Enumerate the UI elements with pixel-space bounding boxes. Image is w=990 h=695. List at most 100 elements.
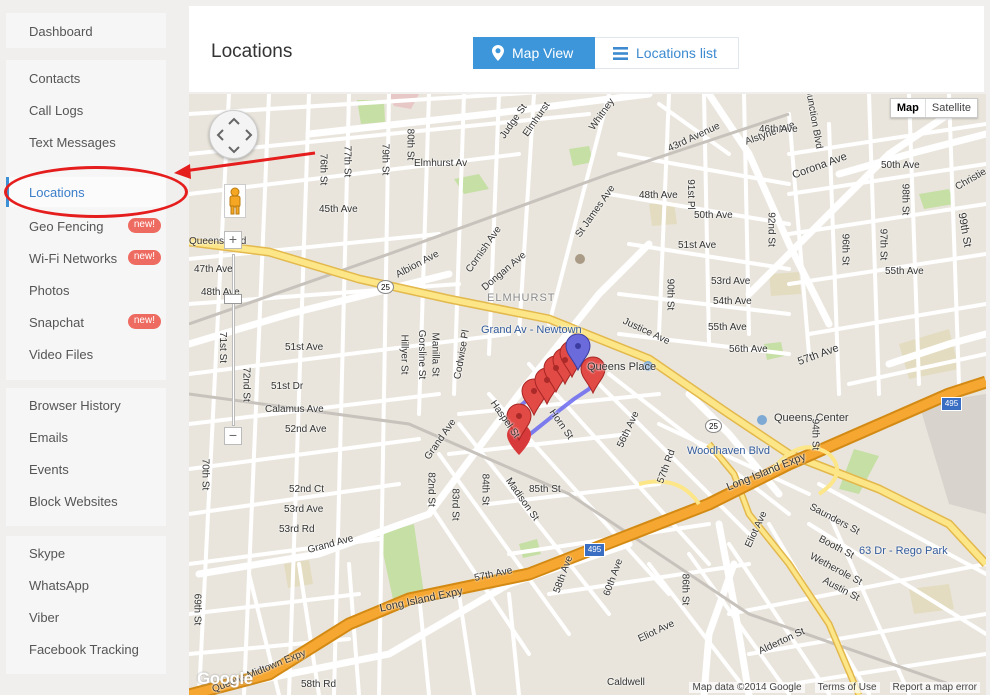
zoom-in-button[interactable]: +: [224, 231, 242, 249]
zoom-out-button[interactable]: −: [224, 427, 242, 445]
map-label: 82nd St: [425, 472, 437, 507]
map-label: 90th St: [664, 278, 676, 311]
terms-of-use-link[interactable]: Terms of Use: [814, 682, 880, 693]
map-label: 51st Ave: [678, 240, 717, 251]
map-label: 92nd St: [765, 212, 777, 247]
sidebar-item-label: Wi-Fi Networks: [29, 250, 118, 266]
map-label: Manilla St: [429, 332, 441, 377]
sidebar-item-snapchat[interactable]: Snapchat new!: [6, 306, 166, 338]
sidebar-item-locations[interactable]: Locations: [6, 177, 166, 207]
sidebar-item-events[interactable]: Events: [6, 453, 166, 485]
map-label: 71st St: [217, 331, 229, 364]
sidebar-item-whatsapp[interactable]: WhatsApp: [6, 569, 166, 601]
map-label: 63 Dr - Rego Park: [859, 545, 948, 557]
locations-list-button[interactable]: Locations list: [595, 37, 739, 69]
map-label: 58th Rd: [301, 679, 337, 690]
map-label: 86th St: [679, 573, 691, 606]
map-view-label: Map View: [512, 45, 574, 61]
map-label: 98th St: [899, 183, 911, 216]
map-label: Calamus Ave: [265, 404, 324, 415]
map-label: Woodhaven Blvd: [687, 445, 770, 457]
poi-icon: [575, 254, 585, 264]
pegman-street-view-icon[interactable]: [224, 184, 246, 218]
google-logo: Google: [197, 669, 253, 688]
map-label: 80th St: [404, 128, 416, 161]
sidebar-item-contacts[interactable]: Contacts: [6, 62, 166, 94]
map-label: 52nd Ct: [289, 484, 325, 495]
sidebar-item-facebook-tracking[interactable]: Facebook Tracking: [6, 633, 166, 665]
sidebar-item-label: Facebook Tracking: [29, 641, 139, 657]
map-label: 70th St: [199, 458, 211, 491]
map-label: Caldwell: [607, 677, 645, 688]
map-label: Gorsline St: [416, 329, 428, 380]
sidebar-item-label: Photos: [29, 282, 70, 298]
sidebar-item-wifi-networks[interactable]: Wi-Fi Networks new!: [6, 242, 166, 274]
sidebar-group-messengers: Skype WhatsApp Viber Facebook Tracking: [6, 536, 166, 674]
sidebar-item-skype[interactable]: Skype: [6, 537, 166, 569]
map-label: Queens Place: [587, 361, 657, 373]
sidebar-item-browser-history[interactable]: Browser History: [6, 389, 166, 421]
map-label: 48th Ave: [639, 190, 678, 201]
sidebar-item-label: Dashboard: [29, 23, 93, 39]
sidebar-group-web: Browser History Emails Events Block Webs…: [6, 388, 166, 526]
map-view-button[interactable]: Map View: [473, 37, 595, 69]
map-label: 56th Ave: [729, 344, 768, 355]
sidebar-item-call-logs[interactable]: Call Logs: [6, 94, 166, 126]
map-footer: Map data ©2014 Google Terms of Use Repor…: [689, 682, 980, 693]
sidebar-item-label: Call Logs: [29, 102, 84, 118]
sidebar-item-video-files[interactable]: Video Files: [6, 338, 166, 370]
map-label: 85th St: [529, 484, 561, 495]
map-label: 46th Ave: [759, 124, 798, 135]
map-label: 53rd Ave: [711, 276, 751, 287]
i495-shield: 495: [584, 543, 605, 557]
map-label: 52nd Ave: [285, 424, 327, 435]
route-25-shield: 25: [377, 280, 394, 294]
pan-arrows-icon: [216, 117, 253, 154]
map-label: 51st Ave: [285, 342, 324, 353]
location-pins[interactable]: [189, 94, 986, 695]
sidebar-item-label: Events: [29, 461, 69, 477]
map-type-control: Map Satellite: [889, 98, 978, 118]
map-label: 50th Ave: [694, 210, 733, 221]
sidebar-item-dashboard[interactable]: Dashboard: [6, 15, 166, 47]
sidebar-item-label: Viber: [29, 609, 60, 625]
poi-icon: [757, 415, 767, 425]
sidebar-item-label: Snapchat: [29, 314, 84, 330]
sidebar-item-label: Emails: [29, 429, 69, 445]
locations-header: Locations Map View Locations list: [189, 6, 984, 92]
sidebar-item-block-websites[interactable]: Block Websites: [6, 485, 166, 517]
map-label: ELMHURST: [487, 292, 556, 304]
map-label: 76th St: [317, 153, 329, 186]
map-label: 96th St: [839, 233, 851, 266]
sidebar-item-label: Video Files: [29, 346, 94, 362]
list-icon: [613, 46, 628, 60]
zoom-slider-thumb[interactable]: [224, 294, 242, 304]
map-label: 50th Ave: [881, 160, 920, 171]
map-label: 51st Dr: [271, 381, 304, 392]
map-label: 69th St: [191, 593, 203, 626]
new-badge: new!: [127, 218, 161, 233]
map-label: Elmhurst Av: [414, 158, 468, 169]
i495-shield: 495: [941, 397, 962, 411]
sidebar-item-label: Block Websites: [29, 493, 118, 509]
map-data-credit: Map data ©2014 Google: [689, 682, 805, 693]
sidebar-item-viber[interactable]: Viber: [6, 601, 166, 633]
map-type-map-button[interactable]: Map: [890, 99, 926, 117]
sidebar-item-emails[interactable]: Emails: [6, 421, 166, 453]
zoom-slider-track[interactable]: [232, 254, 235, 426]
sidebar-item-geo-fencing[interactable]: Geo Fencing new!: [6, 210, 166, 242]
map-type-satellite-button[interactable]: Satellite: [925, 99, 977, 117]
map-label: 53rd Ave: [284, 504, 324, 515]
map-pin-icon: [492, 45, 504, 61]
sidebar-item-photos[interactable]: Photos: [6, 274, 166, 306]
map-label: 97th St: [877, 228, 889, 261]
map-label: 77th St: [341, 145, 353, 178]
report-map-error-link[interactable]: Report a map error: [889, 682, 980, 693]
pan-control[interactable]: [209, 110, 258, 159]
map-label: 91st Pl: [684, 179, 696, 210]
location-map[interactable]: 25 25 495 495 495 Elmhurst Av 45th Ave Q…: [189, 94, 986, 695]
map-label: 84th St: [479, 473, 491, 506]
page-title: Locations: [211, 41, 293, 62]
sidebar-item-label: Browser History: [29, 397, 121, 413]
sidebar-item-text-messages[interactable]: Text Messages: [6, 126, 166, 158]
